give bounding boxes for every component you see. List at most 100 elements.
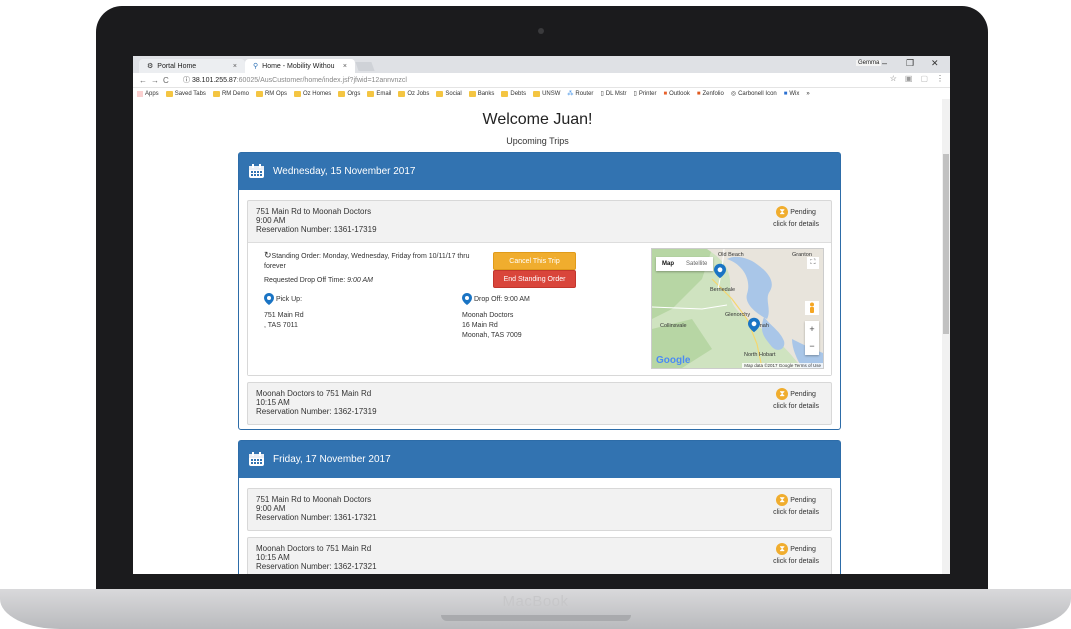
trip-route: 751 Main Rd to Moonah Doctors: [256, 495, 372, 504]
bookmark-item[interactable]: Orgs: [338, 90, 360, 97]
forward-icon[interactable]: →: [151, 76, 163, 85]
close-window-icon[interactable]: ✕: [931, 58, 939, 69]
cancel-trip-button[interactable]: Cancel This Trip: [493, 252, 576, 270]
map-zoom-control: + −: [805, 321, 819, 355]
bookmark-item[interactable]: ▯ Printer: [634, 90, 657, 98]
bookmark-item[interactable]: Banks: [468, 90, 494, 97]
zoom-out-button[interactable]: −: [805, 338, 819, 355]
bookmark-item[interactable]: Email: [367, 90, 391, 97]
map-place-label: Old Beach: [718, 252, 744, 258]
day-panel: Friday, 17 November 2017 751 Main Rd to …: [238, 440, 841, 574]
hourglass-icon: ⧗: [776, 388, 789, 400]
status-badge[interactable]: ⧗ Pending click for details: [773, 206, 819, 228]
folder-icon: [212, 90, 220, 97]
bookmark-item[interactable]: ⁂ Router: [567, 90, 593, 98]
reload-icon[interactable]: C: [163, 76, 173, 85]
map-marker-icon[interactable]: [714, 263, 726, 279]
bookmarks-more[interactable]: »: [806, 91, 809, 97]
bookmark-apps[interactable]: Apps: [137, 90, 159, 97]
bookmark-item[interactable]: RM Demo: [212, 90, 249, 97]
trip-header[interactable]: 751 Main Rd to Moonah Doctors 9:00 AM Re…: [248, 489, 831, 530]
back-icon[interactable]: ←: [139, 76, 151, 85]
map-pin-icon: [264, 293, 274, 305]
close-icon[interactable]: ×: [343, 63, 347, 70]
folder-icon: [501, 90, 509, 97]
hourglass-icon: ⧗: [776, 494, 789, 506]
bookmark-item[interactable]: ■ Outlook: [664, 91, 690, 97]
laptop-notch: [441, 615, 631, 621]
end-standing-order-button[interactable]: End Standing Order: [493, 270, 576, 288]
bookmark-item[interactable]: Social: [436, 90, 462, 97]
bookmark-item[interactable]: ▯ DL Mstr: [600, 90, 626, 98]
scrollbar-thumb[interactable]: [943, 154, 949, 334]
route-map[interactable]: Map Satellite ⛶ Old Beach Granton Berrie…: [651, 248, 824, 369]
browser-tabbar: ⚙ Portal Home × ⚲ Home - Mobility Withou…: [133, 56, 950, 73]
page-content: Welcome Juan! Upcoming Trips Wednesday, …: [133, 99, 950, 574]
folder-icon: [255, 90, 263, 97]
trip-card[interactable]: Moonah Doctors to 751 Main Rd 10:15 AM R…: [247, 382, 832, 425]
url-host: 38.101.255.87: [191, 77, 237, 84]
map-type-satellite[interactable]: Satellite: [680, 257, 713, 271]
extension-icon[interactable]: ▢: [920, 74, 928, 83]
restore-icon[interactable]: ❐: [906, 58, 914, 69]
status-badge[interactable]: ⧗ Pending click for details: [773, 494, 819, 516]
page-scrollbar[interactable]: [942, 99, 950, 574]
url-field[interactable]: ⓘ 38.101.255.87:60025/AusCustomer/home/i…: [183, 75, 950, 85]
router-icon: ⁂: [567, 91, 574, 97]
trip-card[interactable]: 751 Main Rd to Moonah Doctors 9:00 AM Re…: [247, 488, 832, 531]
menu-icon[interactable]: ⋮: [936, 74, 944, 83]
calendar-icon: [249, 452, 264, 466]
map-type-map[interactable]: Map: [656, 257, 680, 271]
day-panel: Wednesday, 15 November 2017 751 Main Rd …: [238, 152, 841, 430]
close-icon[interactable]: ×: [233, 63, 237, 70]
pickup-label: Pick Up:: [264, 293, 302, 305]
day-header[interactable]: Friday, 17 November 2017: [239, 441, 840, 478]
bookmark-item[interactable]: ■ Zenfolio: [697, 91, 724, 97]
bookmark-item[interactable]: RM Ops: [255, 90, 287, 97]
status-text: Pending: [790, 545, 816, 553]
pegman-icon[interactable]: [805, 301, 819, 315]
window-user-badge: Gemma: [856, 60, 882, 66]
bookmark-item[interactable]: Oz Homes: [293, 90, 331, 97]
page-subtitle: Upcoming Trips: [506, 136, 569, 146]
map-attribution[interactable]: Map data ©2017 Google Terms of Use: [742, 363, 823, 368]
tab-mobility-home[interactable]: ⚲ Home - Mobility Withou ×: [245, 59, 355, 73]
map-type-toggle[interactable]: Map Satellite: [656, 257, 714, 271]
day-header[interactable]: Wednesday, 15 November 2017: [239, 153, 840, 190]
details-link[interactable]: click for details: [773, 558, 819, 565]
zoom-in-button[interactable]: +: [805, 321, 819, 338]
details-link[interactable]: click for details: [773, 403, 819, 410]
map-marker-icon[interactable]: [748, 317, 760, 333]
trip-header[interactable]: Moonah Doctors to 751 Main Rd 10:15 AM R…: [248, 383, 831, 424]
bookmark-item[interactable]: Saved Tabs: [165, 90, 206, 97]
star-icon[interactable]: ☆: [890, 74, 897, 83]
status-badge[interactable]: ⧗ Pending click for details: [773, 543, 819, 565]
trip-route: 751 Main Rd to Moonah Doctors: [256, 207, 372, 216]
trip-reservation: Reservation Number: 1362-17319: [256, 407, 377, 416]
trip-header[interactable]: 751 Main Rd to Moonah Doctors 9:00 AM Re…: [248, 201, 831, 242]
folder-icon: [398, 90, 406, 97]
trip-card[interactable]: Moonah Doctors to 751 Main Rd 10:15 AM R…: [247, 537, 832, 574]
fullscreen-icon[interactable]: ⛶: [807, 257, 819, 269]
trip-header[interactable]: Moonah Doctors to 751 Main Rd 10:15 AM R…: [248, 538, 831, 574]
camera-dot: [538, 28, 544, 34]
tab-portal-home[interactable]: ⚙ Portal Home ×: [139, 59, 245, 73]
minimize-icon[interactable]: –: [882, 58, 887, 68]
new-tab-button[interactable]: [355, 62, 375, 71]
trip-reservation: Reservation Number: 1361-17319: [256, 225, 377, 234]
bookmark-item[interactable]: ■ Wix: [784, 91, 800, 97]
folder-icon: [165, 90, 173, 97]
requested-drop: Requested Drop Off Time: 9:00 AM: [264, 277, 373, 284]
page-title: Welcome Juan!: [482, 111, 593, 128]
trip-card[interactable]: 751 Main Rd to Moonah Doctors 9:00 AM Re…: [247, 200, 832, 376]
map-place-label: North Hobart: [744, 352, 776, 358]
bookmark-item[interactable]: Debts: [501, 90, 526, 97]
status-text: Pending: [790, 390, 816, 398]
extension-icon[interactable]: ▣: [905, 74, 913, 83]
details-link[interactable]: click for details: [773, 221, 819, 228]
bookmark-item[interactable]: UNSW: [533, 90, 560, 97]
status-badge[interactable]: ⧗ Pending click for details: [773, 388, 819, 410]
bookmark-item[interactable]: Oz Jobs: [398, 90, 429, 97]
details-link[interactable]: click for details: [773, 509, 819, 516]
bookmark-item[interactable]: ◎ Carbonell Icon: [731, 90, 777, 98]
